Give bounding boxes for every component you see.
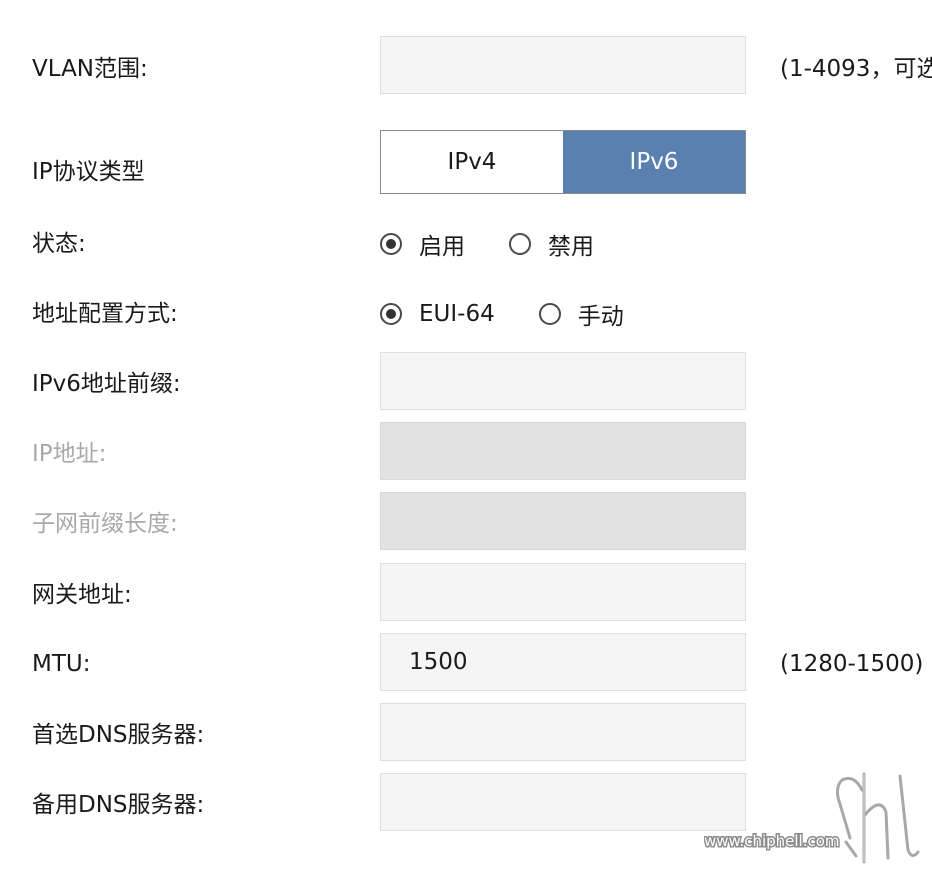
dns-secondary-label: 备用DNS服务器: [32, 792, 205, 818]
status-disable-option[interactable]: 禁用 [509, 227, 594, 261]
prefix-length-label: 子网前缀长度: [32, 511, 178, 537]
ipv4-tab[interactable]: IPv4 [381, 131, 563, 193]
ip-address-label: IP地址: [32, 441, 107, 467]
dns-primary-input[interactable] [380, 703, 746, 761]
ip-protocol-segmented-control: IPv4 IPv6 [380, 130, 746, 194]
dns-primary-label: 首选DNS服务器: [32, 722, 205, 748]
prefix-length-input [380, 492, 746, 550]
status-label: 状态: [32, 231, 86, 257]
radio-checked-icon[interactable] [380, 233, 402, 255]
vlan-range-input[interactable] [380, 36, 746, 94]
vlan-range-hint: (1-4093，可选 [780, 56, 932, 82]
ipv6-prefix-label: IPv6地址前缀: [32, 371, 181, 397]
radio-unchecked-icon[interactable] [509, 233, 531, 255]
addr-mode-radio-group: EUI-64 手动 [380, 297, 624, 331]
chiphell-watermark-logo: www.chiphell.com [704, 772, 920, 864]
addr-mode-manual-option[interactable]: 手动 [538, 297, 624, 331]
addr-mode-label: 地址配置方式: [32, 301, 178, 327]
radio-unchecked-icon[interactable] [538, 303, 561, 325]
radio-checked-icon[interactable] [380, 303, 402, 325]
gateway-input[interactable] [380, 563, 746, 621]
mtu-hint: (1280-1500) [780, 651, 924, 677]
addr-mode-eui64-label: EUI-64 [419, 301, 495, 327]
watermark-text: www.chiphell.com [704, 832, 840, 850]
addr-mode-eui64-option[interactable]: EUI-64 [380, 301, 495, 327]
status-disable-label: 禁用 [548, 234, 594, 260]
addr-mode-manual-label: 手动 [577, 304, 624, 330]
status-enable-option[interactable]: 启用 [380, 227, 465, 261]
ipv6-prefix-input[interactable] [380, 352, 746, 410]
gateway-label: 网关地址: [32, 582, 132, 608]
status-enable-label: 启用 [419, 234, 465, 260]
ip-protocol-label: IP协议类型 [32, 159, 145, 185]
ipv6-tab[interactable]: IPv6 [563, 131, 745, 193]
ip-address-input [380, 422, 746, 480]
status-radio-group: 启用 禁用 [380, 227, 594, 261]
mtu-input[interactable] [380, 633, 746, 691]
dns-secondary-input[interactable] [380, 773, 746, 831]
mtu-label: MTU: [32, 651, 91, 677]
vlan-range-label: VLAN范围: [32, 56, 148, 82]
